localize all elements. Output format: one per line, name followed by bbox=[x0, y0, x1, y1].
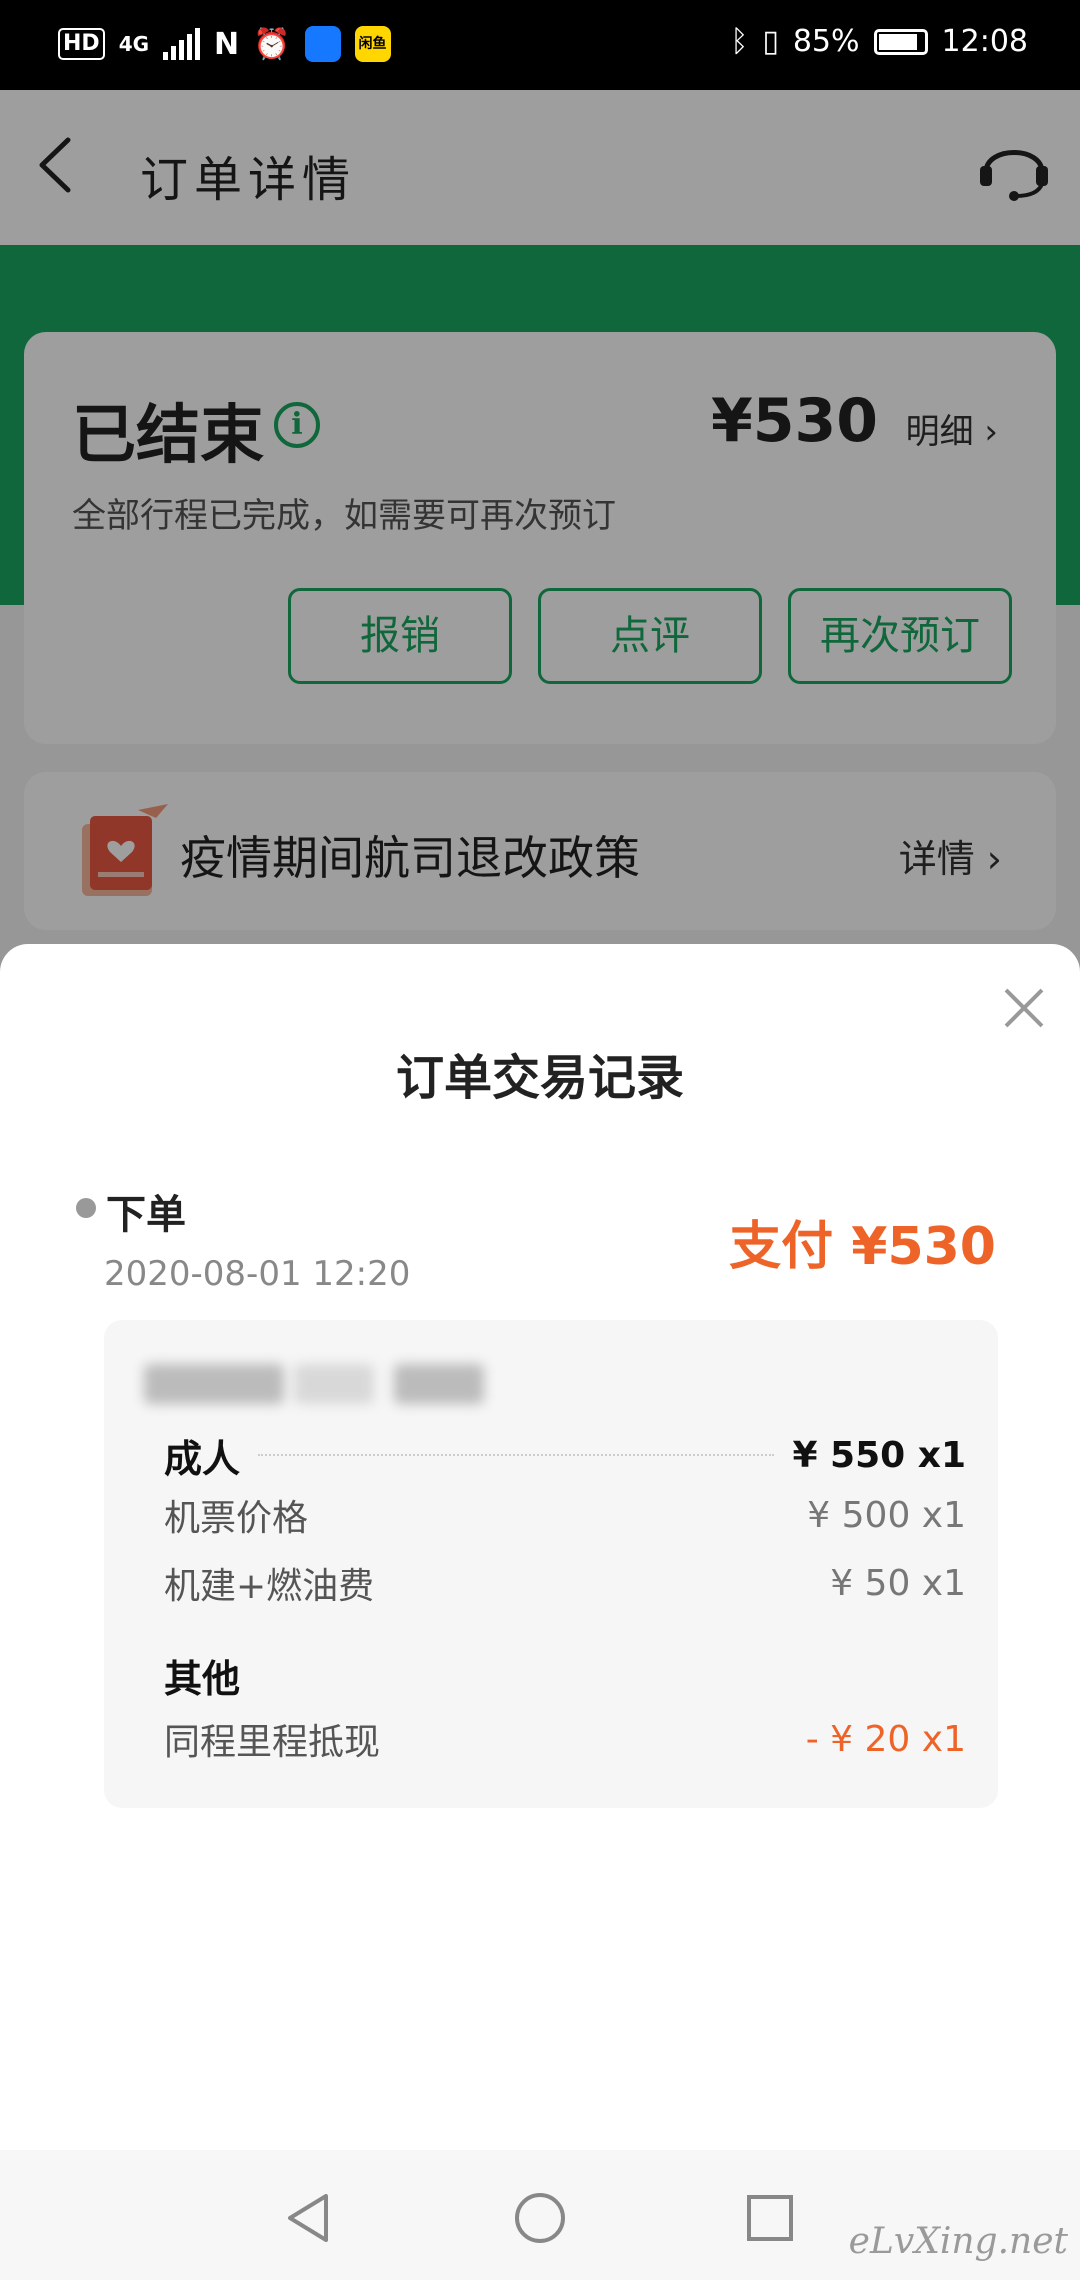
fare-item-value: - ¥ 20 x1 bbox=[805, 1718, 966, 1760]
xianyu-app-icon: 闲鱼 bbox=[354, 26, 391, 62]
hd-badge: HD bbox=[58, 28, 105, 60]
bluetooth-icon: ᛒ bbox=[730, 24, 749, 59]
nfc-icon: N bbox=[214, 26, 240, 62]
fare-group-label: 其他 bbox=[164, 1656, 241, 1701]
battery-icon bbox=[873, 28, 928, 55]
fare-item-label: 同程里程抵现 bbox=[164, 1722, 381, 1763]
nav-home-icon[interactable] bbox=[510, 2188, 570, 2248]
system-nav-bar: eLvXing.net bbox=[0, 2150, 1080, 2280]
network-type: 4G bbox=[118, 32, 150, 56]
payment-amount: 支付 ¥530 bbox=[729, 1217, 996, 1277]
dotted-leader bbox=[258, 1454, 775, 1456]
fare-breakdown: 成人 ¥ 550 x1 机票价格 ¥ 500 x1 机建+燃油费 ¥ 50 x1… bbox=[104, 1320, 998, 1808]
fare-item-label: 机票价格 bbox=[164, 1498, 309, 1539]
security-app-icon bbox=[304, 26, 341, 62]
vibrate-icon: ▯ bbox=[762, 24, 779, 59]
timeline-step-time: 2020-08-01 12:20 bbox=[104, 1254, 411, 1294]
sheet-title: 订单交易记录 bbox=[395, 1050, 684, 1106]
redacted-route bbox=[294, 1364, 374, 1404]
nav-recents-icon[interactable] bbox=[740, 2188, 800, 2248]
fare-group-label: 成人 bbox=[164, 1436, 241, 1481]
timeline-step-label: 下单 bbox=[106, 1192, 186, 1238]
battery-percent: 85% bbox=[792, 24, 860, 59]
fare-line-item: 机建+燃油费 ¥ 50 x1 bbox=[164, 1558, 966, 1608]
fare-line-item: 机票价格 ¥ 500 x1 bbox=[164, 1490, 966, 1540]
fare-item-label: 机建+燃油费 bbox=[164, 1566, 375, 1607]
nav-back-icon[interactable] bbox=[280, 2188, 340, 2248]
redacted-route bbox=[394, 1364, 484, 1404]
watermark: eLvXing.net bbox=[848, 2221, 1068, 2262]
transaction-sheet: 订单交易记录 下单 2020-08-01 12:20 支付 ¥530 成人 ¥ … bbox=[0, 944, 1080, 2280]
fare-group-value: ¥ 550 x1 bbox=[792, 1434, 966, 1476]
timeline-dot bbox=[76, 1198, 96, 1218]
fare-group-adult: 成人 ¥ 550 x1 bbox=[164, 1430, 966, 1481]
fare-line-item: 同程里程抵现 - ¥ 20 x1 bbox=[164, 1714, 966, 1764]
status-bar: HD 4G N ⏰ 闲鱼 ᛒ ▯ 85% 12:08 bbox=[0, 0, 1080, 90]
redacted-route bbox=[144, 1364, 284, 1404]
fare-group-other: 其他 bbox=[164, 1650, 966, 1701]
fare-item-value: ¥ 50 x1 bbox=[830, 1562, 966, 1604]
fare-item-value: ¥ 500 x1 bbox=[807, 1494, 966, 1536]
clock: 12:08 bbox=[941, 24, 1028, 59]
close-icon[interactable] bbox=[998, 982, 1050, 1034]
alarm-icon: ⏰ bbox=[253, 26, 291, 62]
signal-icon bbox=[163, 28, 201, 60]
